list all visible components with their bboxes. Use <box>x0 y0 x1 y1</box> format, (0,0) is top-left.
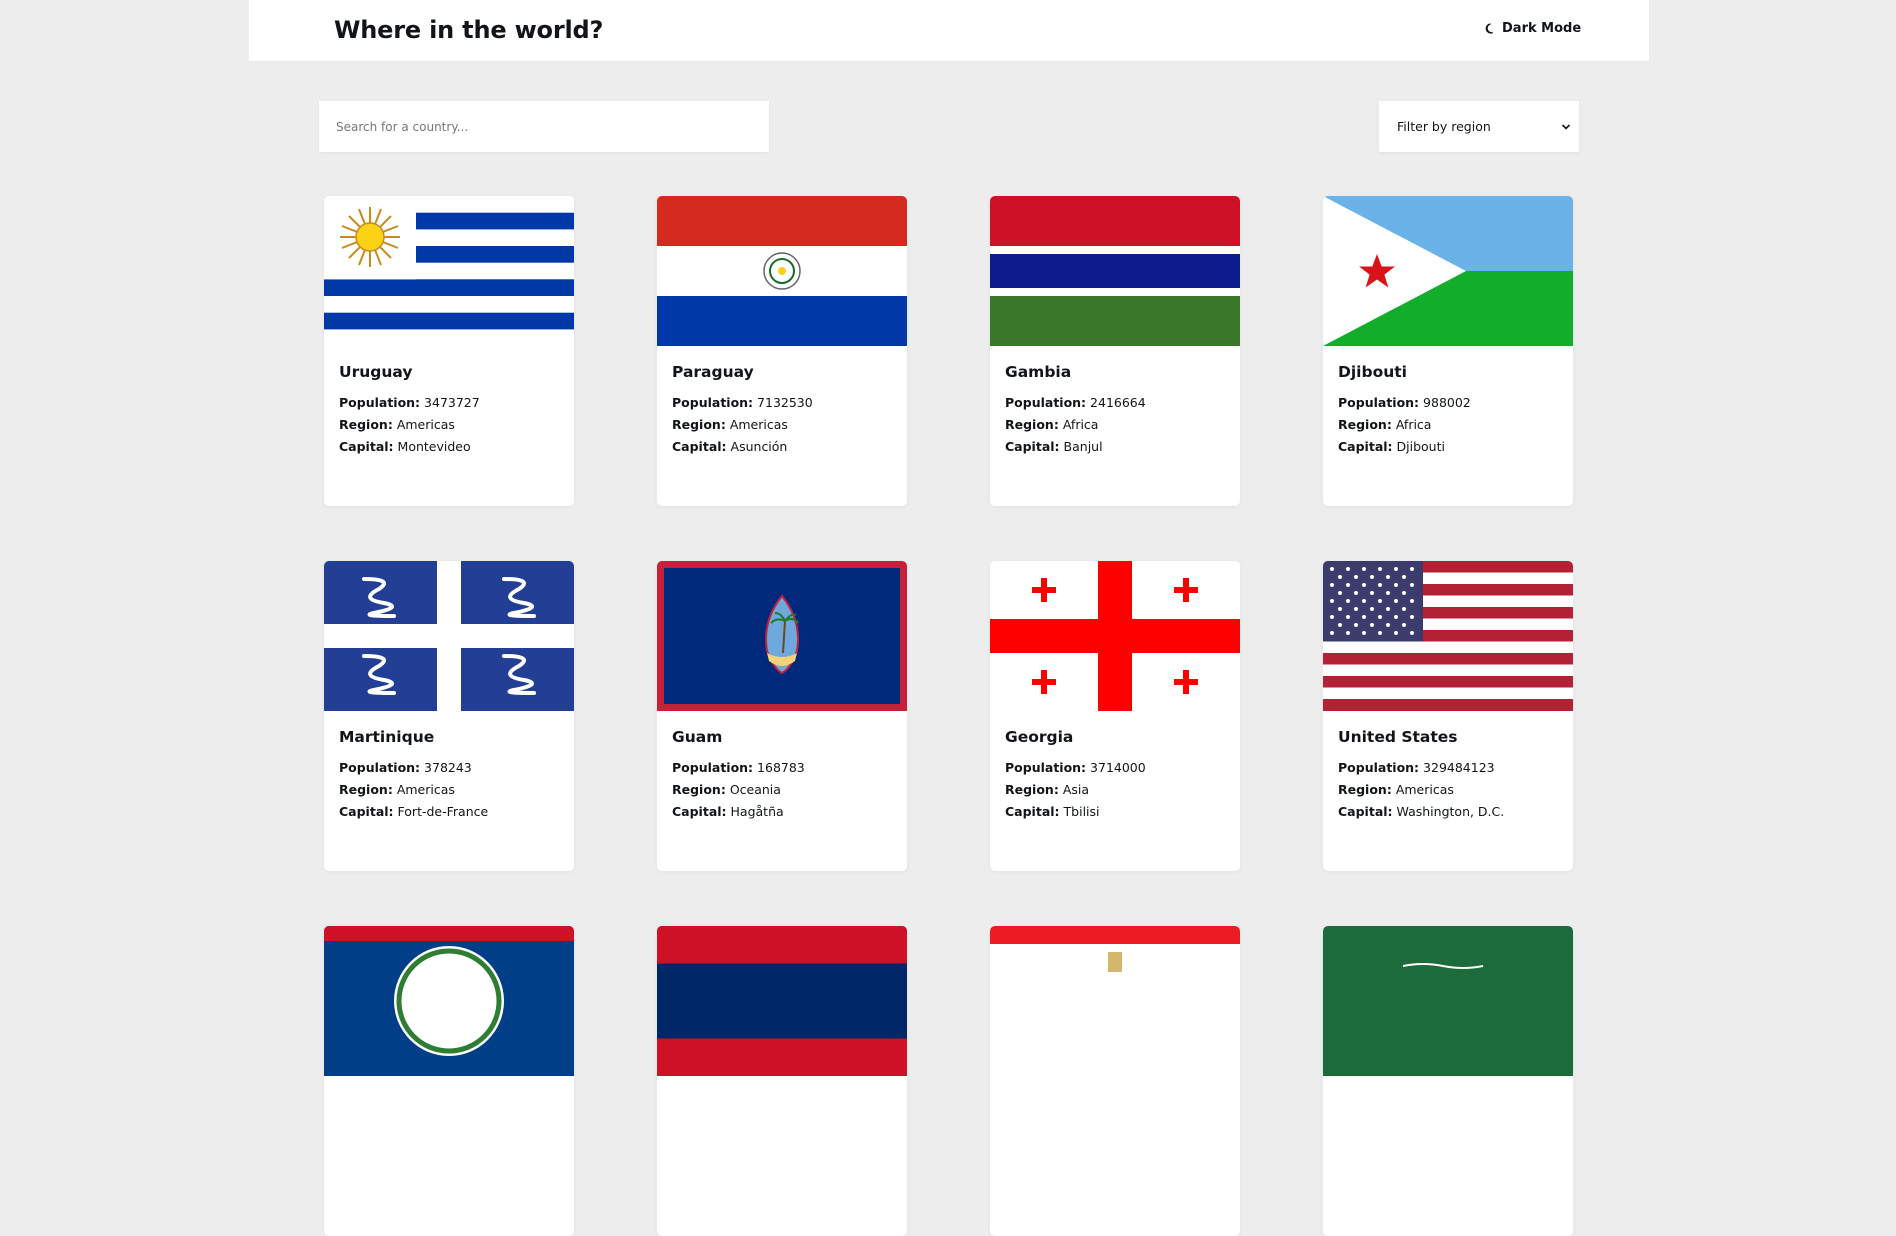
country-card-partial[interactable] <box>990 926 1240 1236</box>
gambia-flag-icon <box>990 196 1240 346</box>
population-value: 2416664 <box>1090 395 1146 410</box>
djibouti-flag-icon <box>1323 196 1573 346</box>
population-label: Population: <box>1005 760 1087 775</box>
population-label: Population: <box>339 395 421 410</box>
population-label: Population: <box>339 760 421 775</box>
martinique-flag-icon <box>324 561 574 711</box>
capital-value: Washington, D.C. <box>1396 804 1505 819</box>
region-label: Region: <box>339 417 393 432</box>
capital-value: Banjul <box>1063 439 1103 454</box>
capital-value: Fort-de-France <box>397 804 489 819</box>
dark-mode-label: Dark Mode <box>1502 21 1582 36</box>
country-card-partial[interactable] <box>1323 926 1573 1236</box>
population-value: 3473727 <box>424 395 480 410</box>
capital-value: Asunción <box>730 439 788 454</box>
population-value: 329484123 <box>1423 760 1495 775</box>
paraguay-flag-icon <box>657 196 907 346</box>
capital-label: Capital: <box>339 439 394 454</box>
capital-label: Capital: <box>1005 804 1060 819</box>
georgia-flag-icon <box>990 561 1240 711</box>
capital-value: Hagåtña <box>730 804 784 819</box>
region-value: Americas <box>396 417 455 432</box>
region-label: Region: <box>339 782 393 797</box>
population-value: 7132530 <box>757 395 813 410</box>
capital-value: Montevideo <box>397 439 471 454</box>
country-card-partial[interactable] <box>324 926 574 1236</box>
capital-value: Djibouti <box>1396 439 1445 454</box>
united-states-flag-icon <box>1323 561 1573 711</box>
region-value: Oceania <box>729 782 781 797</box>
region-label: Region: <box>1338 782 1392 797</box>
uruguay-flag-icon <box>324 196 574 346</box>
country-card-guam[interactable]: Guam Population: 168783 Region: Oceania … <box>657 561 907 871</box>
guam-flag-icon <box>657 561 907 711</box>
region-value: Americas <box>396 782 455 797</box>
population-value: 3714000 <box>1090 760 1146 775</box>
belize-flag-icon <box>324 926 574 1076</box>
country-card-georgia[interactable]: Georgia Population: 3714000 Region: Asia… <box>990 561 1240 871</box>
capital-label: Capital: <box>1005 439 1060 454</box>
capital-label: Capital: <box>672 804 727 819</box>
capital-label: Capital: <box>339 804 394 819</box>
country-card-uruguay[interactable]: Uruguay Population: 3473727 Region: Amer… <box>324 196 574 506</box>
region-label: Region: <box>672 417 726 432</box>
capital-value: Tbilisi <box>1063 804 1100 819</box>
region-value: Africa <box>1395 417 1432 432</box>
country-card-paraguay[interactable]: Paraguay Population: 7132530 Region: Ame… <box>657 196 907 506</box>
population-label: Population: <box>672 395 754 410</box>
capital-label: Capital: <box>1338 804 1393 819</box>
country-card-partial[interactable] <box>657 926 907 1236</box>
chevron-down-icon <box>1561 123 1571 130</box>
search-input[interactable] <box>334 118 758 135</box>
population-label: Population: <box>672 760 754 775</box>
saudi-arabia-flag-icon <box>1323 926 1573 1076</box>
country-card-united-states[interactable]: United States Population: 329484123 Regi… <box>1323 561 1573 871</box>
region-label: Region: <box>1005 417 1059 432</box>
region-label: Region: <box>1338 417 1392 432</box>
population-value: 988002 <box>1423 395 1471 410</box>
country-card-gambia[interactable]: Gambia Population: 2416664 Region: Afric… <box>990 196 1240 506</box>
country-name: United States <box>1338 728 1458 746</box>
region-value: Americas <box>1395 782 1454 797</box>
country-name: Uruguay <box>339 363 413 381</box>
country-name: Djibouti <box>1338 363 1407 381</box>
population-label: Population: <box>1338 395 1420 410</box>
country-name: Paraguay <box>672 363 754 381</box>
region-filter-select[interactable]: Filter by region <box>1379 101 1579 152</box>
app-title: Where in the world? <box>334 16 604 44</box>
capital-label: Capital: <box>672 439 727 454</box>
country-card-djibouti[interactable]: Djibouti Population: 988002 Region: Afri… <box>1323 196 1573 506</box>
region-label: Region: <box>1005 782 1059 797</box>
region-value: Americas <box>729 417 788 432</box>
capital-label: Capital: <box>1338 439 1393 454</box>
dark-mode-button[interactable]: Dark Mode <box>1485 21 1581 36</box>
population-value: 378243 <box>424 760 472 775</box>
peru-flag-icon <box>990 926 1240 1076</box>
country-name: Georgia <box>1005 728 1074 746</box>
population-value: 168783 <box>757 760 805 775</box>
population-label: Population: <box>1338 760 1420 775</box>
laos-flag-icon <box>657 926 907 1076</box>
region-filter-label: Filter by region <box>1397 119 1491 134</box>
country-name: Guam <box>672 728 723 746</box>
region-label: Region: <box>672 782 726 797</box>
moon-icon <box>1485 23 1494 34</box>
search-box[interactable] <box>319 101 769 152</box>
region-value: Africa <box>1062 417 1099 432</box>
region-value: Asia <box>1062 782 1090 797</box>
country-card-martinique[interactable]: Martinique Population: 378243 Region: Am… <box>324 561 574 871</box>
country-name: Gambia <box>1005 363 1072 381</box>
header-bar: Where in the world? Dark Mode <box>249 0 1649 61</box>
population-label: Population: <box>1005 395 1087 410</box>
country-name: Martinique <box>339 728 435 746</box>
